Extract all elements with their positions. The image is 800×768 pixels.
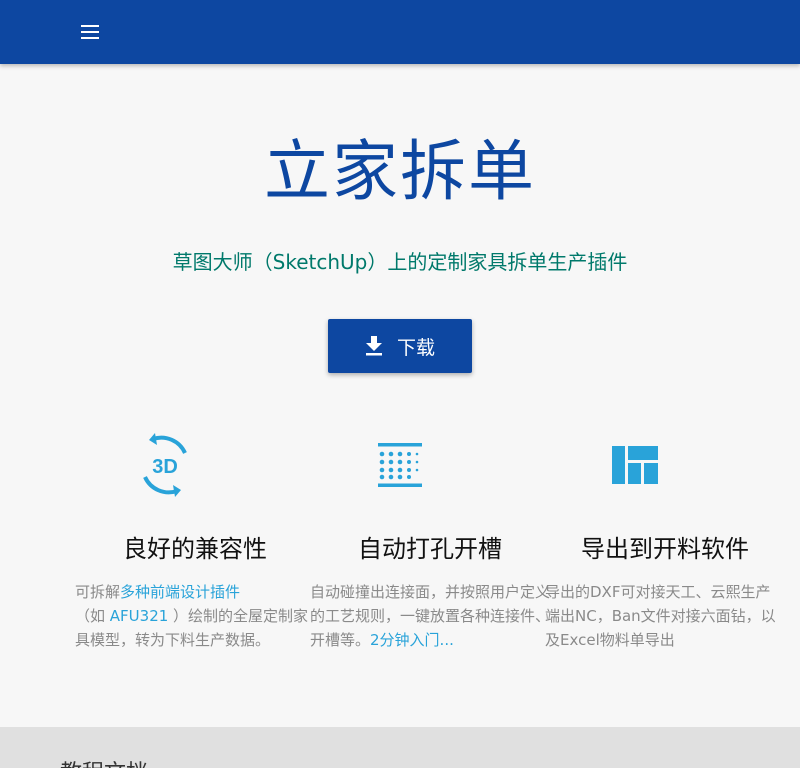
feature-auto-drilling: 自动打孔开槽 自动碰撞出连接面，并按照用户定义的工艺规则，一键放置各种连接件、开… xyxy=(310,430,550,652)
feature-title: 自动打孔开槽 xyxy=(358,535,502,563)
menu-icon-bar xyxy=(81,31,99,33)
download-button[interactable]: 下载 xyxy=(328,319,472,373)
dots-grid-icon xyxy=(378,443,422,487)
feature-compatibility: 3D 良好的兼容性 可拆解多种前端设计插件 （如 AFU321 ）绘制的全屋定制家… xyxy=(75,430,315,652)
feature-description: 可拆解多种前端设计插件 （如 AFU321 ）绘制的全屋定制家具模型，转为下料生产… xyxy=(75,580,315,652)
download-label: 下载 xyxy=(396,336,435,359)
top-app-bar xyxy=(0,0,800,64)
design-plugins-link[interactable]: 多种前端设计插件 xyxy=(120,583,240,601)
download-icon xyxy=(365,336,382,356)
feature-description: 导出的DXF可对接天工、云熙生产端出NC，Ban文件对接六面钻，以及Excel物… xyxy=(545,583,776,649)
feature-text: 可拆解 xyxy=(75,583,121,601)
afu321-link[interactable]: AFU321 xyxy=(110,607,169,625)
menu-icon-bar xyxy=(81,37,99,39)
page-subtitle: 草图大师（SketchUp）上的定制家具拆单生产插件 xyxy=(172,250,628,274)
quick-start-link[interactable]: 2分钟入门... xyxy=(370,631,454,649)
3d-rotation-icon: 3D xyxy=(143,433,187,497)
menu-icon-bar xyxy=(81,25,99,27)
panels-icon xyxy=(612,446,658,484)
section-title: 教程文档 xyxy=(60,759,148,768)
menu-icon[interactable] xyxy=(80,22,100,42)
svg-text:3D: 3D xyxy=(152,456,178,478)
feature-export: 导出到开料软件 导出的DXF可对接天工、云熙生产端出NC，Ban文件对接六面钻，… xyxy=(545,430,785,652)
bottom-section: 教程文档 xyxy=(0,727,800,768)
feature-description: 自动碰撞出连接面，并按照用户定义的工艺规则，一键放置各种连接件、开槽等。2分钟入… xyxy=(310,580,550,652)
feature-text: （如 xyxy=(75,607,110,625)
page-title: 立家拆单 xyxy=(264,133,536,210)
feature-title: 良好的兼容性 xyxy=(123,535,267,563)
feature-title: 导出到开料软件 xyxy=(581,535,749,563)
